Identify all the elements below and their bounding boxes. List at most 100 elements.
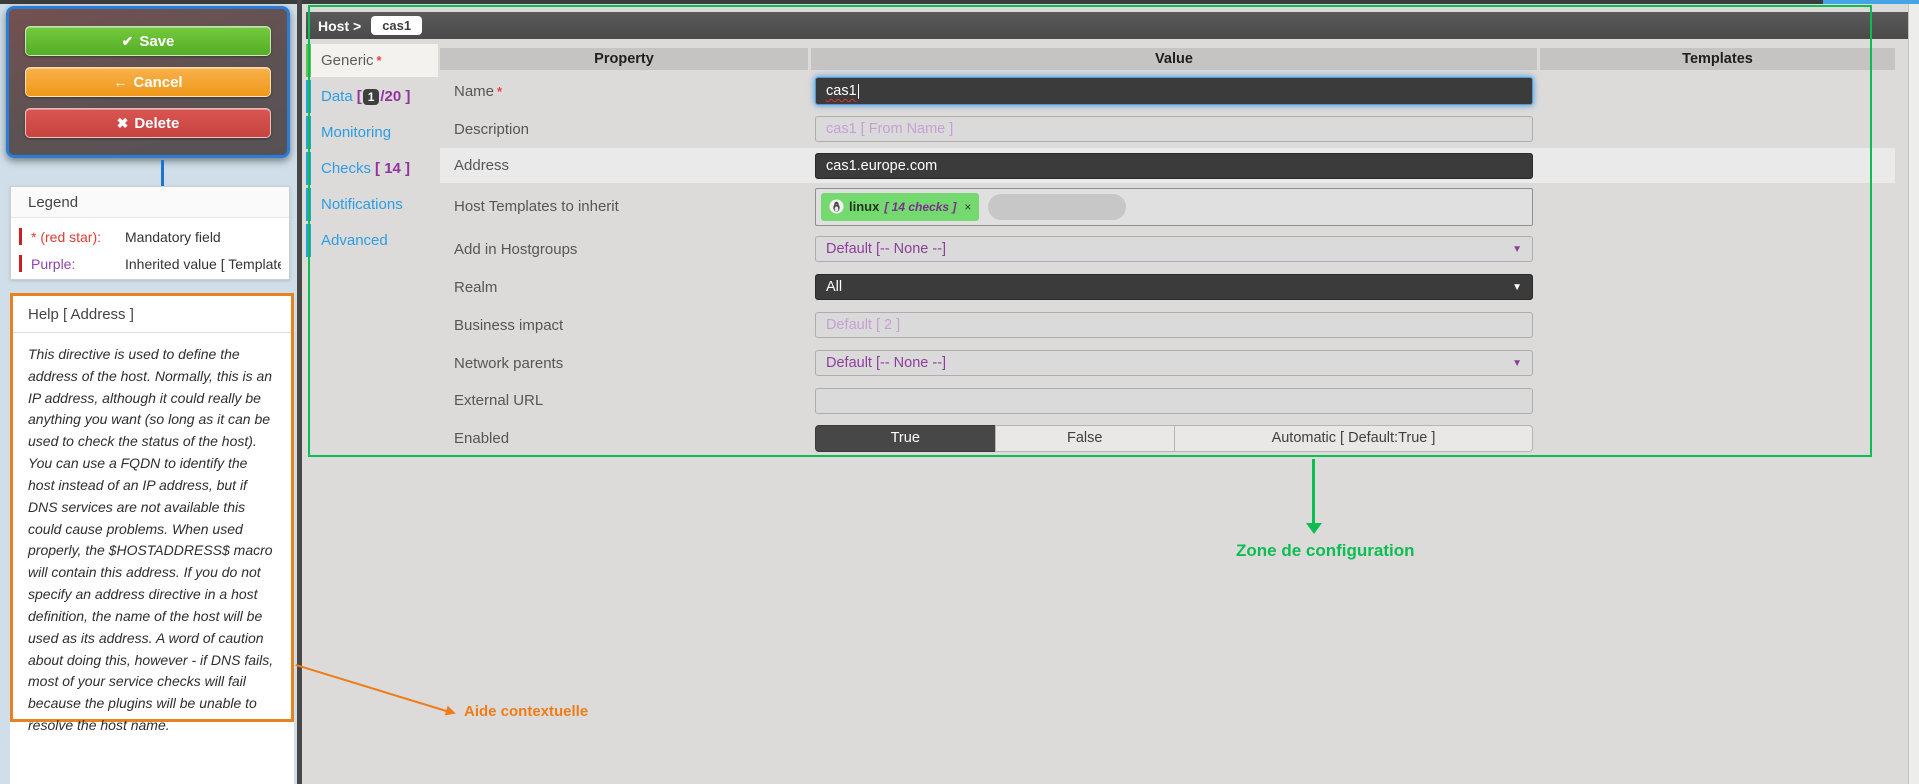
help-panel: Help [ Address ] This directive is used … [10, 293, 294, 722]
selected-value: Default [-- None --] [826, 355, 946, 371]
help-title: Help [ Address ] [13, 296, 291, 333]
configuration-zone-label: Zone de configuration [1236, 541, 1415, 561]
legend-desc: Mandatory field [125, 229, 221, 245]
tab-count-badge: 1 [363, 89, 380, 105]
table-row-description: Description [440, 110, 1895, 148]
host-templates-input[interactable]: linux [ 14 checks ] × [815, 188, 1533, 226]
description-input[interactable] [815, 116, 1533, 142]
tab-data[interactable]: Data [ 1 /20 ] [306, 80, 438, 113]
enabled-option-false[interactable]: False [995, 425, 1176, 452]
breadcrumb-section: Host > [318, 18, 361, 34]
property-label: Business impact [440, 317, 808, 334]
chevron-down-icon: ▼ [1512, 282, 1522, 293]
tab-generic[interactable]: Generic * [306, 44, 438, 77]
required-star: * [497, 84, 502, 99]
cancel-button[interactable]: ← Cancel [25, 67, 271, 97]
selected-value: All [826, 279, 842, 295]
tab-advanced[interactable]: Advanced [306, 224, 438, 257]
tab-label: Data [321, 88, 353, 105]
legend-item-purple: Purple: Inherited value [ Template ... [19, 250, 281, 277]
legend-color-bar [19, 228, 22, 245]
tab-checks[interactable]: Checks [ 14 ] [306, 152, 438, 185]
menu-actions-arrow [161, 160, 164, 187]
property-label: Address [440, 157, 808, 174]
table-row-external-url: External URL [440, 382, 1895, 419]
text-cursor [858, 84, 859, 99]
tab-count: [ 14 ] [375, 160, 410, 177]
menu-actions-panel: ✔ Save ← Cancel ✖ Delete [6, 6, 290, 158]
host-config-page: ✔ Save ← Cancel ✖ Delete Menu Actions Le… [0, 0, 1919, 784]
tab-notifications[interactable]: Notifications [306, 188, 438, 221]
cross-icon: ✖ [117, 115, 129, 132]
enabled-toggle: True False Automatic [ Default:True ] [815, 425, 1533, 452]
legend-item-mandatory: * (red star): Mandatory field [19, 223, 281, 250]
tab-label: Advanced [321, 232, 388, 249]
tab-label: Monitoring [321, 124, 391, 141]
legend-key: Purple: [31, 256, 125, 272]
form-tabs: Generic * Data [ 1 /20 ] Monitoring Chec… [306, 44, 438, 260]
configuration-zone-arrowhead [1306, 523, 1322, 534]
legend-panel: Legend * (red star): Mandatory field Pur… [10, 186, 290, 280]
property-label: Description [440, 121, 808, 138]
address-input[interactable]: cas1.europe.com [815, 153, 1533, 179]
property-table: Property Value Templates Name* cas1 Desc… [440, 48, 1895, 457]
save-button[interactable]: ✔ Save [25, 26, 271, 56]
configuration-zone-arrow [1312, 459, 1315, 523]
breadcrumb: Host > cas1 [306, 12, 1908, 39]
help-body-text: This directive is used to define the add… [13, 333, 291, 737]
tab-monitoring[interactable]: Monitoring [306, 116, 438, 149]
delete-button-label: Delete [134, 115, 179, 132]
network-parents-select[interactable]: Default [-- None --] ▼ [815, 350, 1533, 376]
address-value: cas1.europe.com [826, 158, 937, 174]
tab-bracket: /20 ] [380, 88, 410, 105]
property-label: External URL [440, 392, 808, 409]
save-button-label: Save [139, 33, 174, 50]
tab-label: Generic [321, 52, 374, 69]
chevron-down-icon: ▼ [1512, 358, 1522, 369]
linux-icon [829, 199, 844, 214]
realm-select[interactable]: All ▼ [815, 274, 1533, 300]
table-row-address: Address cas1.europe.com [440, 148, 1895, 183]
legend-title: Legend [11, 187, 289, 218]
enabled-option-true[interactable]: True [815, 425, 996, 452]
table-row-host-templates: Host Templates to inherit linux [ 14 che… [440, 183, 1895, 230]
enabled-option-automatic[interactable]: Automatic [ Default:True ] [1174, 425, 1533, 452]
property-label: Host Templates to inherit [440, 198, 808, 215]
remove-tag-icon[interactable]: × [964, 200, 971, 214]
header-value: Value [811, 48, 1537, 70]
table-row-hostgroups: Add in Hostgroups Default [-- None --] ▼ [440, 230, 1895, 268]
scrollbar-track[interactable] [1908, 4, 1919, 784]
table-row-realm: Realm All ▼ [440, 268, 1895, 306]
add-template-field[interactable] [988, 194, 1126, 220]
header-property: Property [440, 48, 808, 70]
template-tag-linux[interactable]: linux [ 14 checks ] × [821, 193, 979, 221]
legend-desc: Inherited value [ Template ... [125, 256, 281, 272]
template-tag-name: linux [849, 199, 879, 214]
property-label: Network parents [440, 355, 808, 372]
tab-label: Notifications [321, 196, 403, 213]
required-star: * [377, 53, 382, 68]
legend-key: * (red star): [31, 229, 125, 245]
help-annotation-arrowhead [445, 706, 457, 718]
hostgroups-select[interactable]: Default [-- None --] ▼ [815, 236, 1533, 262]
property-label: Name [454, 83, 494, 100]
legend-color-bar [19, 255, 22, 272]
selected-value: Default [-- None --] [826, 241, 946, 257]
table-row-enabled: Enabled True False Automatic [ Default:T… [440, 419, 1895, 457]
delete-button[interactable]: ✖ Delete [25, 108, 271, 138]
tab-bracket: [ [357, 88, 362, 105]
business-impact-input[interactable] [815, 312, 1533, 338]
external-url-input[interactable] [815, 388, 1533, 414]
property-label: Realm [440, 279, 808, 296]
table-row-business-impact: Business impact [440, 306, 1895, 344]
breadcrumb-item-badge: cas1 [371, 16, 422, 35]
cancel-button-label: Cancel [133, 74, 182, 91]
header-templates: Templates [1540, 48, 1895, 70]
name-input[interactable]: cas1 [815, 77, 1533, 105]
table-row-name: Name* cas1 [440, 72, 1895, 110]
template-tag-checks: [ 14 checks ] [884, 200, 956, 214]
arrow-left-icon: ← [113, 74, 127, 90]
name-value: cas1 [826, 83, 857, 99]
window-top-accent [1823, 0, 1919, 4]
chevron-down-icon: ▼ [1512, 244, 1522, 255]
